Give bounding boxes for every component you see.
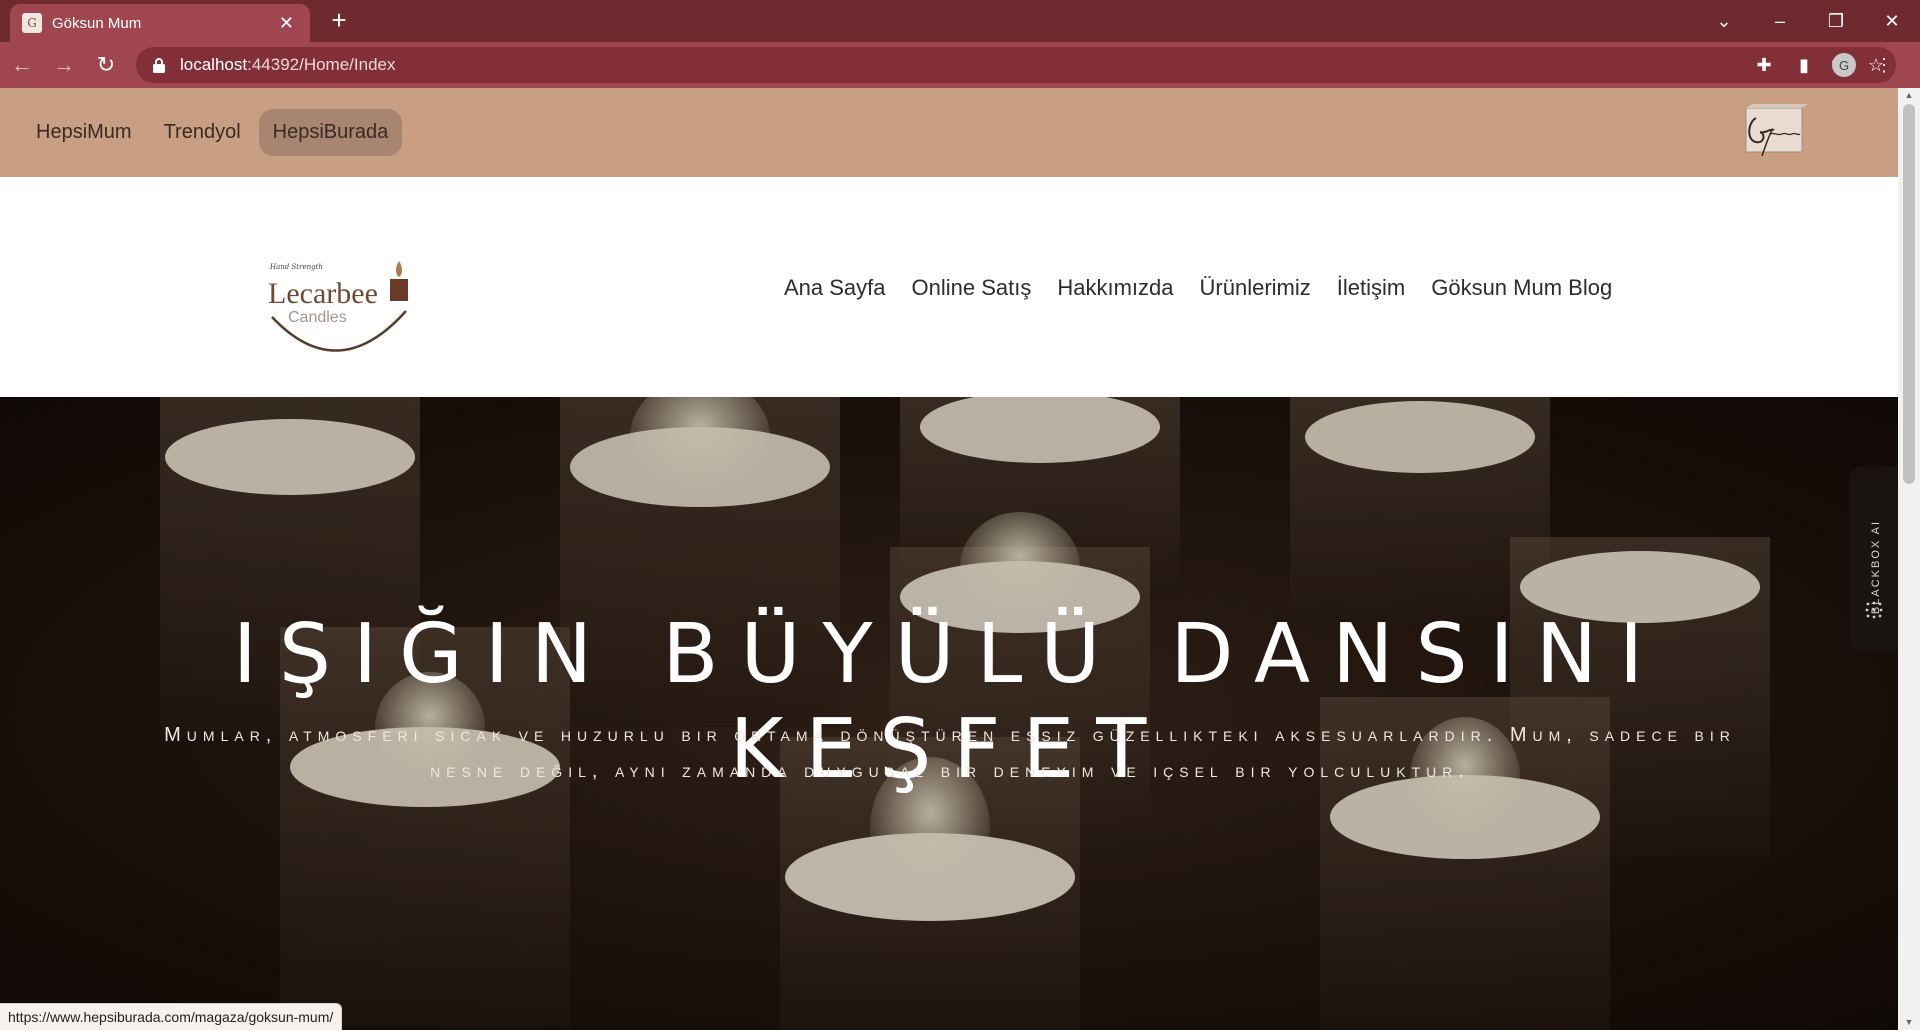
scroll-down-icon[interactable]: ▼	[1904, 1018, 1914, 1027]
page-viewport: HepsiMum Trendyol HepsiBurada Hand Stren…	[0, 88, 1920, 1030]
lock-icon	[153, 58, 165, 73]
scroll-up-icon[interactable]: ▲	[1904, 91, 1914, 100]
extensions-puzzle-icon[interactable]: ✚	[1744, 47, 1784, 83]
site-favicon-icon: G	[22, 13, 42, 33]
restore-icon[interactable]: ❐	[1808, 0, 1864, 42]
marketplace-bar: HepsiMum Trendyol HepsiBurada	[0, 88, 1898, 177]
window-controls: ⌄ – ❐ ✕	[1696, 0, 1920, 42]
close-tab-icon[interactable]: ✕	[275, 12, 298, 34]
reload-icon[interactable]: ↻	[86, 45, 126, 85]
nav-hakkimizda[interactable]: Hakkımızda	[1057, 275, 1173, 301]
menu-kebab-icon[interactable]: ⋮	[1864, 47, 1904, 83]
brand-script: Hand Strength	[270, 263, 323, 271]
profile-avatar[interactable]: G	[1824, 47, 1864, 83]
close-window-icon[interactable]: ✕	[1864, 0, 1920, 42]
nav-iletisim[interactable]: İletişim	[1337, 275, 1405, 301]
link-trendyol[interactable]: Trendyol	[150, 109, 255, 156]
link-hepsimum[interactable]: HepsiMum	[22, 109, 146, 156]
address-bar[interactable]: localhost:44392/Home/Index ⇪ ☆	[136, 47, 1896, 83]
browser-toolbar: ← → ↻ localhost:44392/Home/Index ⇪ ☆	[0, 42, 1920, 88]
nav-online-satis[interactable]: Online Satış	[912, 275, 1032, 301]
marketplace-links: HepsiMum Trendyol HepsiBurada	[22, 109, 403, 156]
nav-ana-sayfa[interactable]: Ana Sayfa	[784, 275, 886, 301]
browser-tab-strip: G Göksun Mum ✕ + ⌄ – ❐ ✕	[0, 0, 1920, 42]
blackbox-ai-widget[interactable]: BLACKBOX AI	[1850, 466, 1898, 652]
goksun-logo[interactable]	[1736, 104, 1810, 164]
brand-subtitle: Candles	[288, 309, 347, 326]
toolbar-actions: ✚ ▮ G ⋮	[1744, 47, 1904, 83]
link-status-bar: https://www.hepsiburada.com/magaza/goksu…	[0, 1003, 343, 1030]
side-panel-icon[interactable]: ▮	[1784, 47, 1824, 83]
back-arrow-icon[interactable]: ←	[2, 45, 42, 85]
dots-grid-icon	[1865, 601, 1883, 619]
new-tab-icon[interactable]: +	[324, 6, 354, 36]
main-navigation: Ana Sayfa Online Satış Hakkımızda Ürünle…	[784, 275, 1612, 301]
nav-goksun-mum-blog[interactable]: Göksun Mum Blog	[1431, 275, 1612, 301]
site-header: Hand Strength Lecarbee Candles Ana Sayfa…	[0, 177, 1898, 397]
url-text: localhost:44392/Home/Index	[180, 55, 396, 74]
browser-tab[interactable]: G Göksun Mum ✕	[10, 4, 310, 42]
brand-name: Lecarbee	[268, 277, 378, 310]
tab-search-chevron-icon[interactable]: ⌄	[1696, 0, 1752, 42]
hero-subtitle: Mumlar, atmosferi sıcak ve huzurlu bir o…	[164, 724, 1736, 782]
minimize-icon[interactable]: –	[1752, 0, 1808, 42]
link-hepsiburada[interactable]: HepsiBurada	[258, 109, 403, 156]
hero-banner: IŞIĞIN BÜYÜLÜ DANSINI KEŞFET Mumlar, atm…	[0, 397, 1898, 1030]
forward-arrow-icon[interactable]: →	[44, 45, 84, 85]
page-scrollbar[interactable]: ▲ ▼	[1898, 88, 1920, 1030]
scroll-thumb[interactable]	[1903, 104, 1915, 484]
nav-urunlerimiz[interactable]: Ürünlerimiz	[1200, 275, 1311, 301]
tab-title: Göksun Mum	[52, 14, 142, 32]
